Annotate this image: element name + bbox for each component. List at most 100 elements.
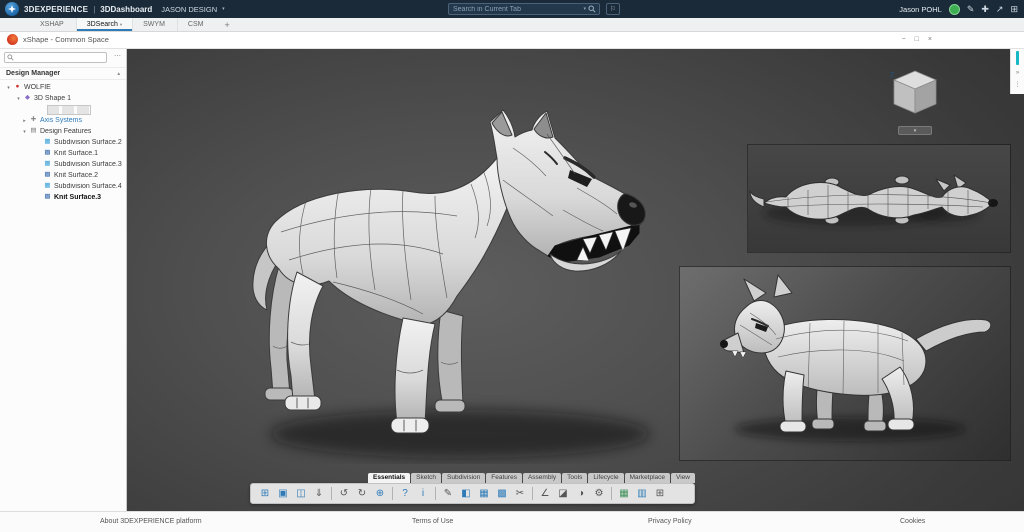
minimize-icon[interactable]: − — [902, 36, 906, 43]
abtab-essentials[interactable]: Essentials — [368, 473, 410, 483]
view-cube-graphic[interactable]: Z — [888, 68, 942, 118]
sketch-tool-icon[interactable]: ✎ — [440, 486, 456, 501]
undo-tool-icon[interactable]: ↺ — [336, 486, 352, 501]
tree-node-label: Knit Surface.1 — [54, 150, 98, 157]
tab-swym[interactable]: SWYM — [132, 18, 177, 31]
link-privacy[interactable]: Privacy Policy — [648, 518, 692, 525]
tree-item-wolfie[interactable]: ▾ ● WOLFIE — [0, 82, 126, 93]
user-name[interactable]: Jason POHL — [899, 5, 942, 14]
toolbar-icon — [611, 487, 612, 500]
duplicate-tool-icon[interactable]: ▣ — [275, 486, 291, 501]
collapse-panel-icon[interactable]: » — [1016, 70, 1020, 77]
abtab-tools[interactable]: Tools — [562, 473, 587, 483]
tab-csm[interactable]: CSM — [177, 18, 216, 31]
abtab-assembly[interactable]: Assembly — [523, 473, 561, 483]
abtab-subdivision[interactable]: Subdivision — [442, 473, 485, 483]
tree-expand-icon[interactable]: ▾ — [14, 96, 23, 102]
tab-xshap[interactable]: XSHAP — [30, 18, 76, 31]
help-tool-icon[interactable]: ? — [397, 486, 413, 501]
tree-item-subdivision-surface-3[interactable]: ▦ Subdivision Surface.3 — [0, 159, 126, 170]
redo-tool-icon[interactable]: ↻ — [354, 486, 370, 501]
tree-item-axis-systems[interactable]: ▸ ✚ Axis Systems — [0, 115, 126, 126]
tag-search-button[interactable]: ⚐ — [606, 3, 620, 15]
search-icon[interactable] — [588, 5, 599, 13]
avatar[interactable] — [949, 4, 960, 15]
apps-tool-icon[interactable]: ⊞ — [652, 486, 668, 501]
tree-item-knit-surface-3[interactable]: ▩ Knit Surface.3 — [0, 192, 126, 203]
display-tool-icon[interactable]: ◑ — [573, 486, 589, 501]
section-tool-icon[interactable]: ◪ — [555, 486, 571, 501]
abtab-sketch[interactable]: Sketch — [411, 473, 441, 483]
chevron-down-icon: ▾ — [120, 22, 122, 28]
insert-tool-icon[interactable]: ⊞ — [257, 486, 273, 501]
chevron-down-icon[interactable]: ▾ — [222, 6, 225, 12]
expand-icon[interactable]: □ — [915, 36, 919, 43]
compass-icon[interactable] — [5, 2, 19, 16]
inset-view-top[interactable] — [748, 145, 1010, 252]
tree-item-knit-surface-2[interactable]: ▩ Knit Surface.2 — [0, 170, 126, 181]
panel-search-input[interactable] — [16, 53, 106, 62]
global-search[interactable]: ▾ — [448, 3, 600, 15]
viewcube-dropdown[interactable]: ▾ — [898, 126, 932, 135]
wolf-model-main[interactable] — [245, 104, 700, 464]
wolf-model-rear-view[interactable] — [680, 267, 1010, 460]
wolf-model-top-view[interactable] — [748, 145, 1010, 252]
tree-node-icon: ◆ — [23, 95, 32, 102]
collapse-icon[interactable]: ▴ — [117, 71, 120, 77]
subdivision-tool-icon[interactable]: ▦ — [476, 486, 492, 501]
abtab-lifecycle[interactable]: Lifecycle — [588, 473, 623, 483]
export-tool-icon[interactable]: ⇓ — [311, 486, 327, 501]
tree-expand-icon[interactable]: ▾ — [4, 85, 13, 91]
abtab-marketplace[interactable]: Marketplace — [625, 473, 670, 483]
measure-tool-icon[interactable]: ∠ — [537, 486, 553, 501]
add-icon[interactable]: ✚ — [981, 5, 989, 14]
apps-grid-icon[interactable]: ⊞ — [1010, 5, 1018, 14]
share-icon[interactable]: ↗ — [996, 5, 1004, 14]
info-tool-icon[interactable]: i — [415, 486, 431, 501]
link-terms[interactable]: Terms of Use — [412, 518, 453, 525]
trim-tool-icon[interactable]: ✂ — [512, 486, 528, 501]
tree-item-view-thumbnails[interactable] — [0, 104, 126, 115]
inset-view-rear[interactable] — [680, 267, 1010, 460]
tree-item-subdivision-surface-4[interactable]: ▦ Subdivision Surface.4 — [0, 181, 126, 192]
tag-icon: ⚐ — [610, 5, 616, 13]
close-icon[interactable]: × — [928, 36, 932, 43]
design-tree: ▾ ● WOLFIE ▾ ◆ 3D Shape 1 ▸ ✚ Axis Syste… — [0, 80, 126, 203]
link-about[interactable]: About 3DEXPERIENCE platform — [100, 518, 202, 525]
tab-label: XSHAP — [40, 21, 64, 28]
tree-node-label: Knit Surface.3 — [54, 194, 101, 201]
more-icon[interactable]: ⋮ — [1014, 82, 1021, 89]
settings-tool-icon[interactable]: ⚙ — [591, 486, 607, 501]
workspace-name[interactable]: JASON DESIGN — [161, 5, 217, 14]
action-bar: EssentialsSketchSubdivisionFeaturesAssem… — [250, 473, 695, 504]
viewport-3d[interactable]: Z ▾ — [127, 48, 1024, 512]
surface-tool-icon[interactable]: ◧ — [458, 486, 474, 501]
abtab-view[interactable]: View — [671, 473, 695, 483]
abtab-features[interactable]: Features — [486, 473, 522, 483]
axis-z-label: Z — [890, 72, 895, 79]
edit-icon[interactable]: ✎ — [967, 5, 975, 14]
tool-glyph: ⊞ — [656, 489, 664, 499]
save-tool-icon[interactable]: ◫ — [293, 486, 309, 501]
knit-tool-icon[interactable]: ▩ — [494, 486, 510, 501]
add-tab-button[interactable]: + — [215, 18, 238, 31]
tree-expand-icon[interactable]: ▾ — [20, 129, 29, 135]
tree-item-design-features[interactable]: ▾ ▤ Design Features — [0, 126, 126, 137]
tree-node-icon: ● — [13, 84, 22, 91]
link-cookies[interactable]: Cookies — [900, 518, 925, 525]
panel-search[interactable] — [4, 52, 107, 63]
tree-expand-icon[interactable]: ▸ — [20, 118, 29, 124]
update-tool-icon[interactable]: ⊕ — [372, 486, 388, 501]
tree-item-knit-surface-1[interactable]: ▩ Knit Surface.1 — [0, 148, 126, 159]
view-cube[interactable]: Z ▾ — [885, 68, 945, 132]
panel-options-icon[interactable]: ⋯ — [114, 53, 121, 60]
tool-glyph: ∠ — [541, 489, 550, 499]
tree-item-3d-shape-1[interactable]: ▾ ◆ 3D Shape 1 — [0, 93, 126, 104]
tab-3dsearch[interactable]: 3DSearch ▾ — [76, 18, 132, 31]
search-input[interactable] — [449, 6, 581, 13]
window-controls: − □ × — [902, 36, 932, 43]
grid-view-tool-icon[interactable]: ▦ — [616, 486, 632, 501]
table-view-tool-icon[interactable]: ▥ — [634, 486, 650, 501]
tree-item-subdivision-surface-2[interactable]: ▦ Subdivision Surface.2 — [0, 137, 126, 148]
tree-node-label: Subdivision Surface.3 — [54, 161, 122, 168]
